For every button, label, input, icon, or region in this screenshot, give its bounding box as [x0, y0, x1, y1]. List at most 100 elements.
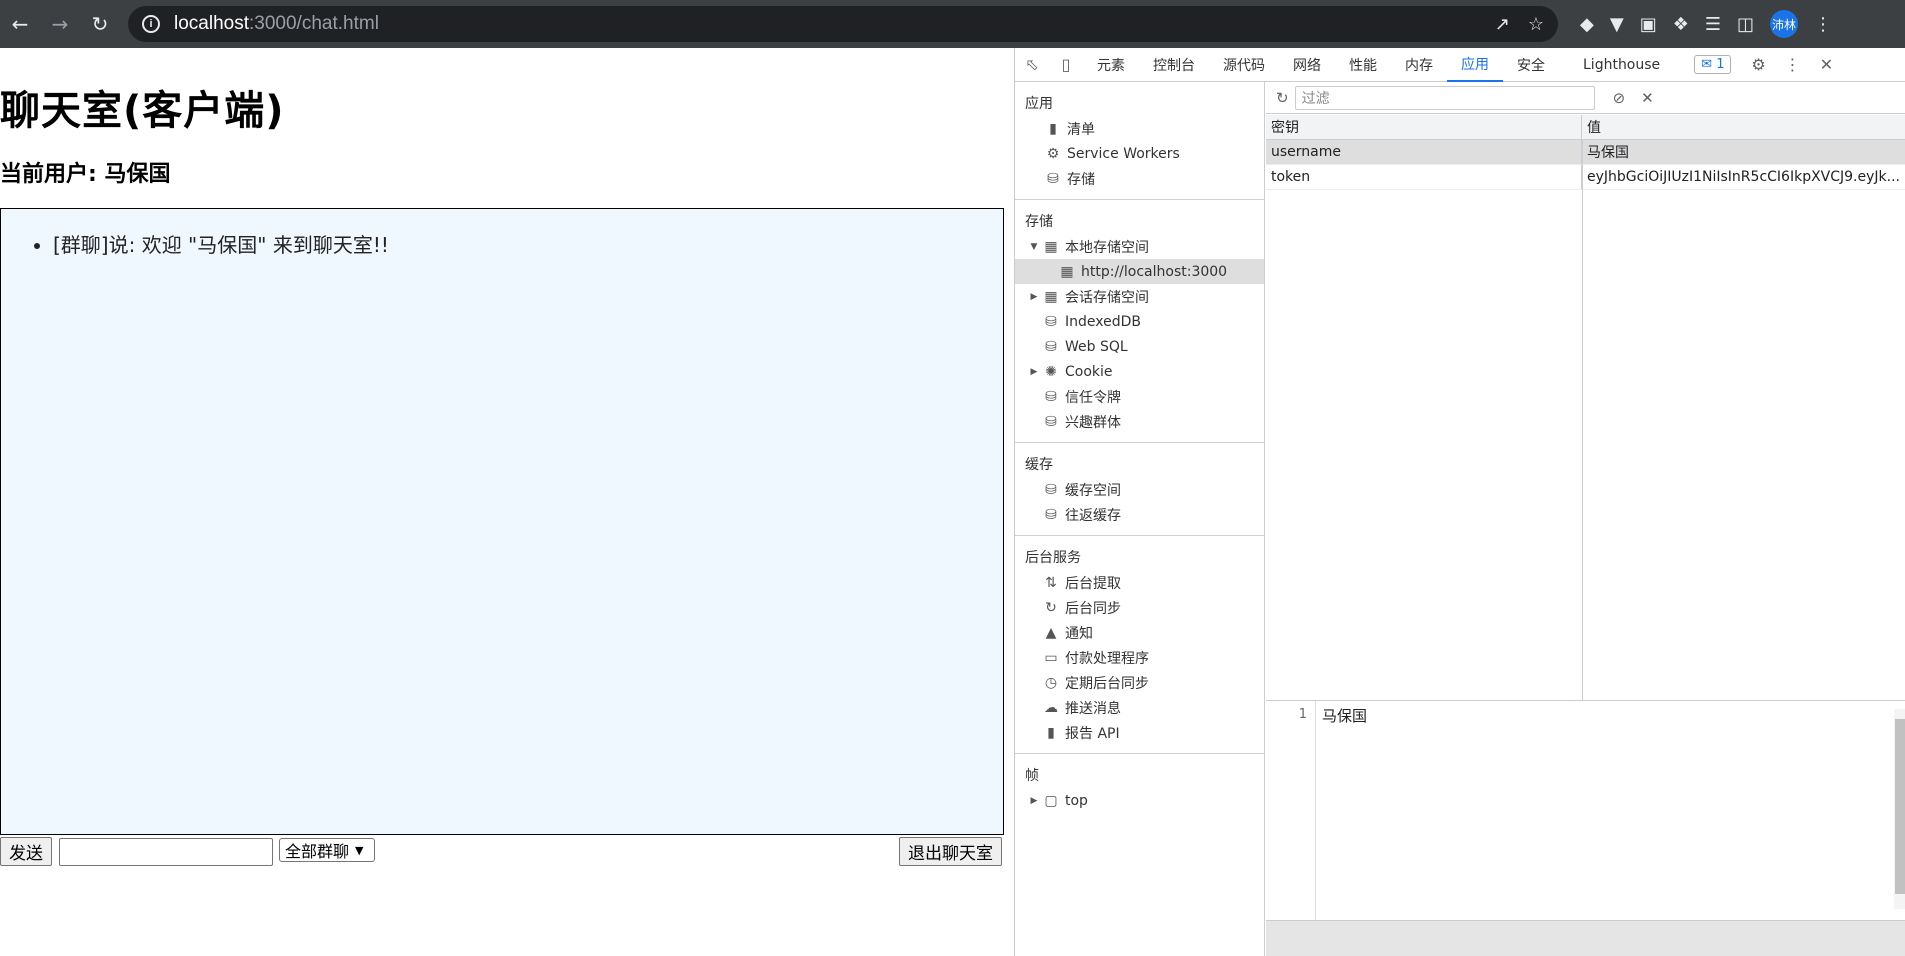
sidebar-item-interest-groups[interactable]: ⛁ 兴趣群体: [1015, 409, 1264, 434]
column-divider[interactable]: [1582, 140, 1583, 700]
sidebar-item-label: http://localhost:3000: [1081, 263, 1228, 280]
sidebar-item-service-workers[interactable]: ⚙ Service Workers: [1015, 141, 1264, 166]
side-panel-icon[interactable]: ◫: [1737, 14, 1754, 35]
info-icon[interactable]: i: [142, 15, 160, 33]
message-item: [群聊]说: 欢迎 "马保国" 来到聊天室!!: [53, 229, 1003, 261]
tab-performance[interactable]: 性能: [1335, 48, 1391, 82]
sidebar-item-label: IndexedDB: [1065, 313, 1141, 330]
sidebar-item-push-messaging[interactable]: ☁ 推送消息: [1015, 695, 1264, 720]
delete-selected-icon[interactable]: ✕: [1641, 89, 1654, 107]
database-icon: ⛁: [1045, 388, 1057, 405]
tab-security[interactable]: 安全: [1503, 48, 1559, 82]
sidebar-item-local-storage[interactable]: ▼ ▦ 本地存储空间: [1015, 234, 1264, 259]
settings-gear-icon[interactable]: ⚙: [1741, 48, 1775, 82]
sidebar-item-indexeddb[interactable]: ⛁ IndexedDB: [1015, 309, 1264, 334]
puzzle-icon[interactable]: ❖: [1673, 14, 1689, 35]
column-header-key[interactable]: 密钥: [1266, 115, 1582, 139]
scrollbar-thumb[interactable]: [1895, 719, 1905, 894]
message-list: [群聊]说: 欢迎 "马保国" 来到聊天室!!: [1, 229, 1003, 261]
exit-chat-button[interactable]: 退出聊天室: [899, 837, 1002, 866]
tab-application[interactable]: 应用: [1447, 48, 1503, 82]
chevron-down-icon: ▼: [355, 843, 364, 857]
divider: [1015, 442, 1264, 443]
sidebar-item-frame-top[interactable]: ▶ ▢ top: [1015, 788, 1264, 813]
column-header-value[interactable]: 值: [1582, 115, 1905, 139]
collapsed-arrow-icon[interactable]: ▶: [1027, 796, 1041, 806]
tab-sources[interactable]: 源代码: [1209, 48, 1279, 82]
sidebar-item-cache-storage[interactable]: ⛁ 缓存空间: [1015, 477, 1264, 502]
sidebar-item-background-sync[interactable]: ↻ 后台同步: [1015, 595, 1264, 620]
table-icon: ▦: [1044, 238, 1058, 255]
frame-icon: ▢: [1044, 792, 1058, 809]
table-row[interactable]: username 马保国: [1266, 140, 1905, 165]
row-key: username: [1266, 140, 1582, 164]
extension-mask-icon[interactable]: ▣: [1640, 14, 1657, 35]
tab-console[interactable]: 控制台: [1139, 48, 1209, 82]
sidebar-item-reporting-api[interactable]: ▮ 报告 API: [1015, 720, 1264, 745]
menu-icon[interactable]: ⋮: [1814, 14, 1832, 35]
expanded-arrow-icon[interactable]: ▼: [1027, 242, 1041, 252]
sidebar-item-manifest[interactable]: ▮ 清单: [1015, 116, 1264, 141]
row-value: 马保国: [1587, 145, 1629, 161]
forward-icon[interactable]: →: [40, 4, 80, 44]
database-icon: ⛁: [1045, 506, 1057, 523]
vue-devtools-icon[interactable]: ▼: [1610, 14, 1624, 35]
sidebar-item-label: 往返缓存: [1065, 507, 1121, 524]
sidebar-item-session-storage[interactable]: ▶ ▦ 会话存储空间: [1015, 284, 1264, 309]
sidebar-item-notifications[interactable]: ▲ 通知: [1015, 620, 1264, 645]
sidebar-item-cookie[interactable]: ▶ ✺ Cookie: [1015, 359, 1264, 384]
sidebar-item-local-origin[interactable]: ▦ http://localhost:3000: [1015, 259, 1264, 284]
filter-input[interactable]: 过滤: [1294, 85, 1595, 110]
divider: [1015, 753, 1264, 754]
inspect-element-icon[interactable]: ⬁: [1015, 48, 1049, 82]
clear-all-icon[interactable]: ⊘: [1613, 89, 1626, 107]
sidebar-item-label: 存储: [1067, 171, 1095, 188]
browser-toolbar: ← → ↻ i localhost:3000/chat.html ↗ ☆ ◆ ▼…: [0, 0, 1905, 48]
device-toolbar-icon[interactable]: ▯: [1049, 48, 1083, 82]
preview-scrollbar[interactable]: [1894, 709, 1905, 909]
sidebar-item-storage[interactable]: ⛁ 存储: [1015, 166, 1264, 191]
address-bar[interactable]: i localhost:3000/chat.html ↗ ☆: [128, 6, 1558, 42]
extension-icon[interactable]: ◆: [1580, 14, 1594, 35]
sidebar-item-trust-tokens[interactable]: ⛁ 信任令牌: [1015, 384, 1264, 409]
tab-memory[interactable]: 内存: [1391, 48, 1447, 82]
file-icon: ▮: [1047, 724, 1055, 741]
row-value: eyJhbGciOiJIUzI1NiIsInR5cCI6IkpXVCJ9.eyJ…: [1587, 169, 1900, 185]
back-icon[interactable]: ←: [0, 4, 40, 44]
sidebar-item-background-fetch[interactable]: ⇅ 后台提取: [1015, 570, 1264, 595]
sidebar-item-web-sql[interactable]: ⛁ Web SQL: [1015, 334, 1264, 359]
sidebar-item-bfcache[interactable]: ⛁ 往返缓存: [1015, 502, 1264, 527]
tab-lighthouse[interactable]: Lighthouse: [1559, 48, 1684, 82]
reload-icon[interactable]: ↻: [80, 4, 120, 44]
sidebar-item-label: 缓存空间: [1065, 482, 1121, 499]
tab-elements[interactable]: 元素: [1083, 48, 1139, 82]
filter-placeholder: 过滤: [1301, 90, 1330, 107]
chat-page: 聊天室(客户端) 当前用户: 马保国 [群聊]说: 欢迎 "马保国" 来到聊天室…: [0, 48, 1014, 956]
table-row[interactable]: token eyJhbGciOiJIUzI1NiIsInR5cCI6IkpXVC…: [1266, 165, 1905, 190]
more-options-icon[interactable]: ⋮: [1775, 48, 1809, 82]
close-devtools-icon[interactable]: ✕: [1809, 48, 1843, 82]
reading-list-icon[interactable]: ☰: [1705, 14, 1721, 35]
share-icon[interactable]: ↗: [1495, 14, 1510, 35]
application-sidebar: 应用 ▮ 清单 ⚙ Service Workers ⛁ 存储 存储 ▼ ▦ 本地存储空间 …: [1015, 82, 1265, 956]
profile-avatar[interactable]: 沛林: [1770, 10, 1798, 38]
collapsed-arrow-icon[interactable]: ▶: [1027, 292, 1041, 302]
sidebar-item-periodic-sync[interactable]: ◷ 定期后台同步: [1015, 670, 1264, 695]
bookmark-star-icon[interactable]: ☆: [1528, 14, 1544, 35]
database-icon: ⛁: [1045, 338, 1057, 355]
sidebar-item-label: 报告 API: [1065, 725, 1120, 742]
sidebar-item-label: 后台提取: [1065, 575, 1121, 592]
send-button[interactable]: 发送: [0, 837, 52, 866]
collapsed-arrow-icon[interactable]: ▶: [1027, 367, 1041, 377]
recipient-select[interactable]: 全部群聊 ▼: [279, 838, 375, 862]
issues-badge[interactable]: ✉ 1: [1694, 55, 1732, 74]
sidebar-item-payment-handler[interactable]: ▭ 付款处理程序: [1015, 645, 1264, 670]
database-icon: ⛁: [1045, 481, 1057, 498]
tab-network[interactable]: 网络: [1279, 48, 1335, 82]
message-input[interactable]: [59, 838, 273, 866]
bell-icon: ▲: [1045, 624, 1057, 641]
refresh-icon[interactable]: ↻: [1276, 89, 1289, 107]
devtools-tabs: ⬁ ▯ 元素 控制台 源代码 网络 性能 内存 应用 安全 Lighthouse…: [1015, 48, 1905, 82]
up-down-arrows-icon: ⇅: [1045, 574, 1057, 591]
sidebar-item-label: top: [1065, 792, 1088, 809]
